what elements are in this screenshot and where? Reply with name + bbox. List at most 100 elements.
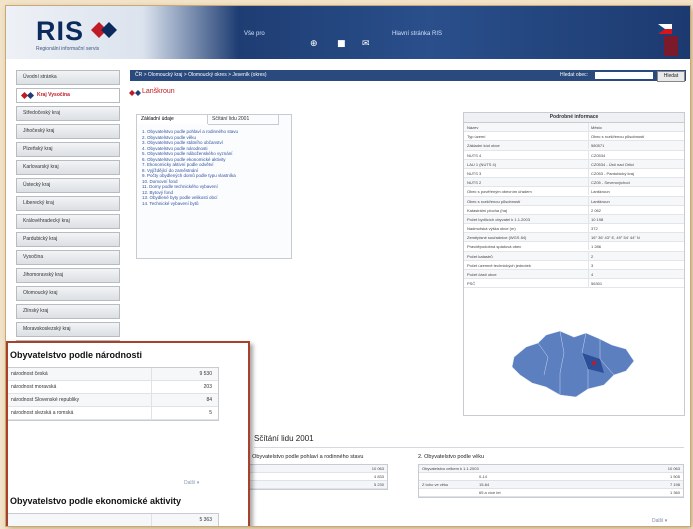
sidebar-item[interactable]: Úvodní stránka bbox=[16, 70, 120, 85]
info-value: 1 286 bbox=[591, 244, 602, 250]
header-nav-link-1[interactable]: Vše pro bbox=[244, 31, 265, 37]
cell-value: 203 bbox=[203, 384, 212, 390]
info-key: Zeměpisné souřadnice (WGS 84) bbox=[467, 235, 527, 241]
info-row: Typ území Obec s rozšířenou působností bbox=[464, 132, 684, 142]
search-button[interactable]: Hledat bbox=[657, 71, 685, 82]
sidebar-item[interactable]: Středočeský kraj bbox=[16, 106, 120, 121]
inset-heading-nationality: Obyvatelstvo podle národnosti bbox=[10, 350, 143, 360]
info-value: CZ0534 - Ústí nad Orlicí bbox=[591, 161, 635, 167]
census-link[interactable]: 1. Obyvatelstvo podle pohlaví a rodinnéh… bbox=[142, 129, 238, 135]
sidebar-item[interactable]: Královéhradecký kraj bbox=[16, 214, 120, 229]
census-link[interactable]: 5. Obyvatelstvo podle náboženského vyzná… bbox=[142, 151, 238, 157]
site-header: RIS Regionální informační servis Vše pro… bbox=[6, 6, 690, 59]
cell-label: národnost Slovenské republiky bbox=[11, 397, 80, 403]
cell-value: 10 063 bbox=[667, 466, 680, 471]
sidebar-item[interactable]: Zlínský kraj bbox=[16, 304, 120, 319]
search-label: Hledat obec: bbox=[560, 72, 589, 78]
info-key: Katastrální plocha (ha) bbox=[467, 207, 508, 213]
table-row: Z toho ve věku 15-64 7 198 bbox=[419, 481, 683, 489]
home-icon[interactable]: ■ bbox=[337, 39, 346, 49]
cell-sublabel: 15-64 bbox=[479, 482, 490, 487]
info-divider bbox=[588, 242, 589, 251]
info-divider bbox=[588, 178, 589, 187]
sidebar-item[interactable]: Vysočina bbox=[16, 250, 120, 265]
zoomed-inset-panel: Obyvatelstvo podle národnosti národnost … bbox=[6, 341, 250, 526]
info-divider bbox=[588, 233, 589, 242]
info-row: Obec s pověřeným obecním úřadem Lanškroun bbox=[464, 187, 684, 197]
info-key: Základní kód obce bbox=[467, 143, 500, 149]
info-divider bbox=[588, 270, 589, 278]
info-value: 2 bbox=[591, 253, 594, 259]
cell-sublabel: 0-14 bbox=[479, 474, 488, 479]
tab-census-2001[interactable]: Sčítání lidu 2001 bbox=[208, 115, 279, 125]
inset-table-economic: 5 363ekonomicky aktivní5 169 bbox=[8, 513, 219, 526]
info-key: Nadmořská výška obce (m) bbox=[467, 226, 516, 232]
sidebar-item[interactable]: Olomoucký kraj bbox=[16, 286, 120, 301]
title-diamond-icon bbox=[129, 90, 141, 96]
info-value: Lanškroun bbox=[591, 198, 610, 204]
table-row: Obyvatelstvo celkem k 1.1.2003 10 063 bbox=[419, 465, 683, 473]
cell-divider bbox=[151, 394, 152, 406]
tab-basic-data[interactable]: Základní údaje bbox=[137, 115, 208, 124]
ris-logo-text[interactable]: RIS bbox=[36, 16, 84, 47]
more-link-2[interactable]: Další ▾ bbox=[652, 518, 667, 524]
globe-icon[interactable]: ⊕ bbox=[310, 39, 318, 49]
info-divider bbox=[588, 123, 589, 131]
sidebar-item[interactable]: Jihomoravský kraj bbox=[16, 268, 120, 283]
inset-more-link[interactable]: Další ▾ bbox=[184, 480, 199, 486]
breadcrumb-path[interactable]: ČR > Olomoucký kraj > Olomoucký okres > … bbox=[135, 70, 267, 81]
info-divider bbox=[588, 205, 589, 214]
cell-value: 1 505 bbox=[669, 474, 680, 479]
census-link[interactable]: 14. Technické vybavení bytů bbox=[142, 201, 238, 207]
info-value: 56301 bbox=[591, 281, 603, 287]
info-value: Město bbox=[591, 125, 602, 130]
info-key: Počet částí obce bbox=[467, 272, 497, 277]
mail-icon[interactable]: ✉ bbox=[362, 39, 370, 49]
info-row: Obec s rozšířenou působností Lanškroun bbox=[464, 196, 684, 206]
census-link[interactable]: 9. Počty obydlených domů podle typu vlas… bbox=[142, 173, 238, 179]
info-divider bbox=[588, 196, 589, 205]
info-row: LAU 1 (NUTS 4) CZ0534 - Ústí nad Orlicí bbox=[464, 159, 684, 169]
page-title: Lanškroun bbox=[142, 88, 175, 95]
logo-subtitle: Regionální informační servis bbox=[36, 46, 100, 52]
search-input[interactable] bbox=[595, 72, 653, 79]
sidebar-item[interactable]: Plzeňský kraj bbox=[16, 142, 120, 157]
info-key: Typ území bbox=[467, 134, 486, 140]
location-marker-icon bbox=[592, 361, 596, 365]
ris-logo-diamond-icon bbox=[91, 22, 117, 38]
sidebar-item[interactable]: Jihočeský kraj bbox=[16, 124, 120, 139]
sidebar-item[interactable]: Ústecký kraj bbox=[16, 178, 120, 193]
table-row: 65 a více let 1 360 bbox=[419, 489, 683, 497]
cell-value: 5 363 bbox=[199, 517, 212, 523]
info-key: NUTS 4 bbox=[467, 152, 482, 158]
sidebar-item[interactable]: Pardubický kraj bbox=[16, 232, 120, 247]
info-divider bbox=[588, 159, 589, 168]
table-row: národnost Slovenské republiky 84 bbox=[8, 394, 218, 407]
info-row: Počet částí obce 4 bbox=[464, 270, 684, 280]
info-row: NUTS 2 CZ05 - Severovýchod bbox=[464, 178, 684, 188]
info-divider bbox=[588, 150, 589, 159]
browser-page: RIS Regionální informační servis Vše pro… bbox=[6, 6, 690, 526]
cell-value: 10 063 bbox=[371, 466, 384, 471]
info-value: 10 198 bbox=[591, 216, 604, 222]
czech-flag-icon[interactable] bbox=[658, 24, 672, 34]
sidebar-item[interactable]: Moravskoslezský kraj bbox=[16, 322, 120, 337]
info-divider bbox=[588, 187, 589, 196]
census-link-list: 1. Obyvatelstvo podle pohlaví a rodinnéh… bbox=[142, 129, 238, 206]
info-row: Nadmořská výška obce (m) 372 bbox=[464, 224, 684, 234]
info-panel: Podrobné informace Název Město Typ území Ob… bbox=[463, 112, 685, 416]
sidebar-item[interactable]: Liberecký kraj bbox=[16, 196, 120, 211]
info-key: Pravděpodobná spádová obec bbox=[467, 244, 522, 250]
section-divider bbox=[254, 447, 684, 448]
info-value: 3 bbox=[591, 262, 594, 268]
table-2: Obyvatelstvo celkem k 1.1.2003 10 063 0-14… bbox=[418, 464, 684, 498]
sidebar-item[interactable]: Kraj Vysočina bbox=[16, 88, 120, 103]
cell-value: 5 230 bbox=[373, 482, 384, 487]
info-value: CZ05 - Severovýchod bbox=[591, 180, 630, 186]
header-nav-link-2[interactable]: Hlavní stránka RIS bbox=[392, 31, 442, 37]
sidebar-item[interactable]: Karlovarský kraj bbox=[16, 160, 120, 175]
cell-divider bbox=[151, 407, 152, 419]
czech-map bbox=[511, 330, 635, 398]
info-value: 4 bbox=[591, 272, 594, 277]
info-rows: Název Město Typ území Obec s rozšířenou půs… bbox=[464, 123, 684, 289]
